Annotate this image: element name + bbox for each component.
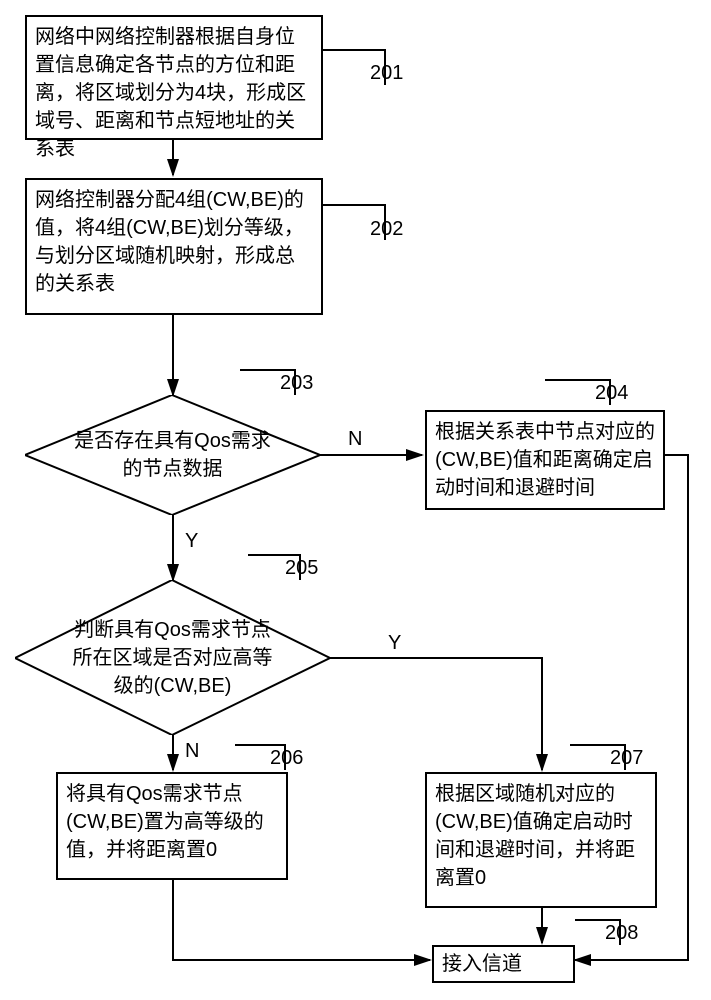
step-203-text: 是否存在具有Qos需求的节点数据 bbox=[73, 427, 273, 483]
step-206-text: 将具有Qos需求节点(CW,BE)置为高等级的值，并将距离置0 bbox=[66, 780, 278, 864]
label-205-yes: Y bbox=[388, 632, 401, 655]
step-205-text: 判断具有Qos需求节点所在区域是否对应高等级的(CW,BE) bbox=[65, 616, 280, 700]
step-204-num: 204 bbox=[595, 382, 628, 405]
step-202-box: 网络控制器分配4组(CW,BE)的值，将4组(CW,BE)划分等级，与划分区域随… bbox=[25, 178, 323, 315]
step-204-text: 根据关系表中节点对应的(CW,BE)值和距离确定启动时间和退避时间 bbox=[435, 418, 655, 502]
step-207-text: 根据区域随机对应的(CW,BE)值确定启动时间和退避时间，并将距离置0 bbox=[435, 780, 647, 892]
step-201-num: 201 bbox=[370, 62, 403, 85]
step-202-num: 202 bbox=[370, 218, 403, 241]
label-205-no: N bbox=[185, 740, 199, 763]
step-205-diamond: 判断具有Qos需求节点所在区域是否对应高等级的(CW,BE) bbox=[15, 580, 330, 735]
step-201-box: 网络中网络控制器根据自身位置信息确定各节点的方位和距离，将区域划分为4块，形成区… bbox=[25, 15, 323, 140]
step-202-text: 网络控制器分配4组(CW,BE)的值，将4组(CW,BE)划分等级，与划分区域随… bbox=[35, 186, 313, 298]
step-207-box: 根据区域随机对应的(CW,BE)值确定启动时间和退避时间，并将距离置0 bbox=[425, 772, 657, 908]
step-204-box: 根据关系表中节点对应的(CW,BE)值和距离确定启动时间和退避时间 bbox=[425, 410, 665, 510]
step-206-box: 将具有Qos需求节点(CW,BE)置为高等级的值，并将距离置0 bbox=[56, 772, 288, 880]
step-201-text: 网络中网络控制器根据自身位置信息确定各节点的方位和距离，将区域划分为4块，形成区… bbox=[35, 23, 313, 163]
step-208-num: 208 bbox=[605, 922, 638, 945]
step-203-num: 203 bbox=[280, 372, 313, 395]
label-203-no: N bbox=[348, 428, 362, 451]
step-208-box: 接入信道 bbox=[432, 945, 575, 983]
step-206-num: 206 bbox=[270, 747, 303, 770]
step-207-num: 207 bbox=[610, 747, 643, 770]
step-203-diamond: 是否存在具有Qos需求的节点数据 bbox=[25, 395, 320, 515]
step-208-text: 接入信道 bbox=[442, 950, 522, 978]
step-205-num: 205 bbox=[285, 557, 318, 580]
label-203-yes: Y bbox=[185, 530, 198, 553]
